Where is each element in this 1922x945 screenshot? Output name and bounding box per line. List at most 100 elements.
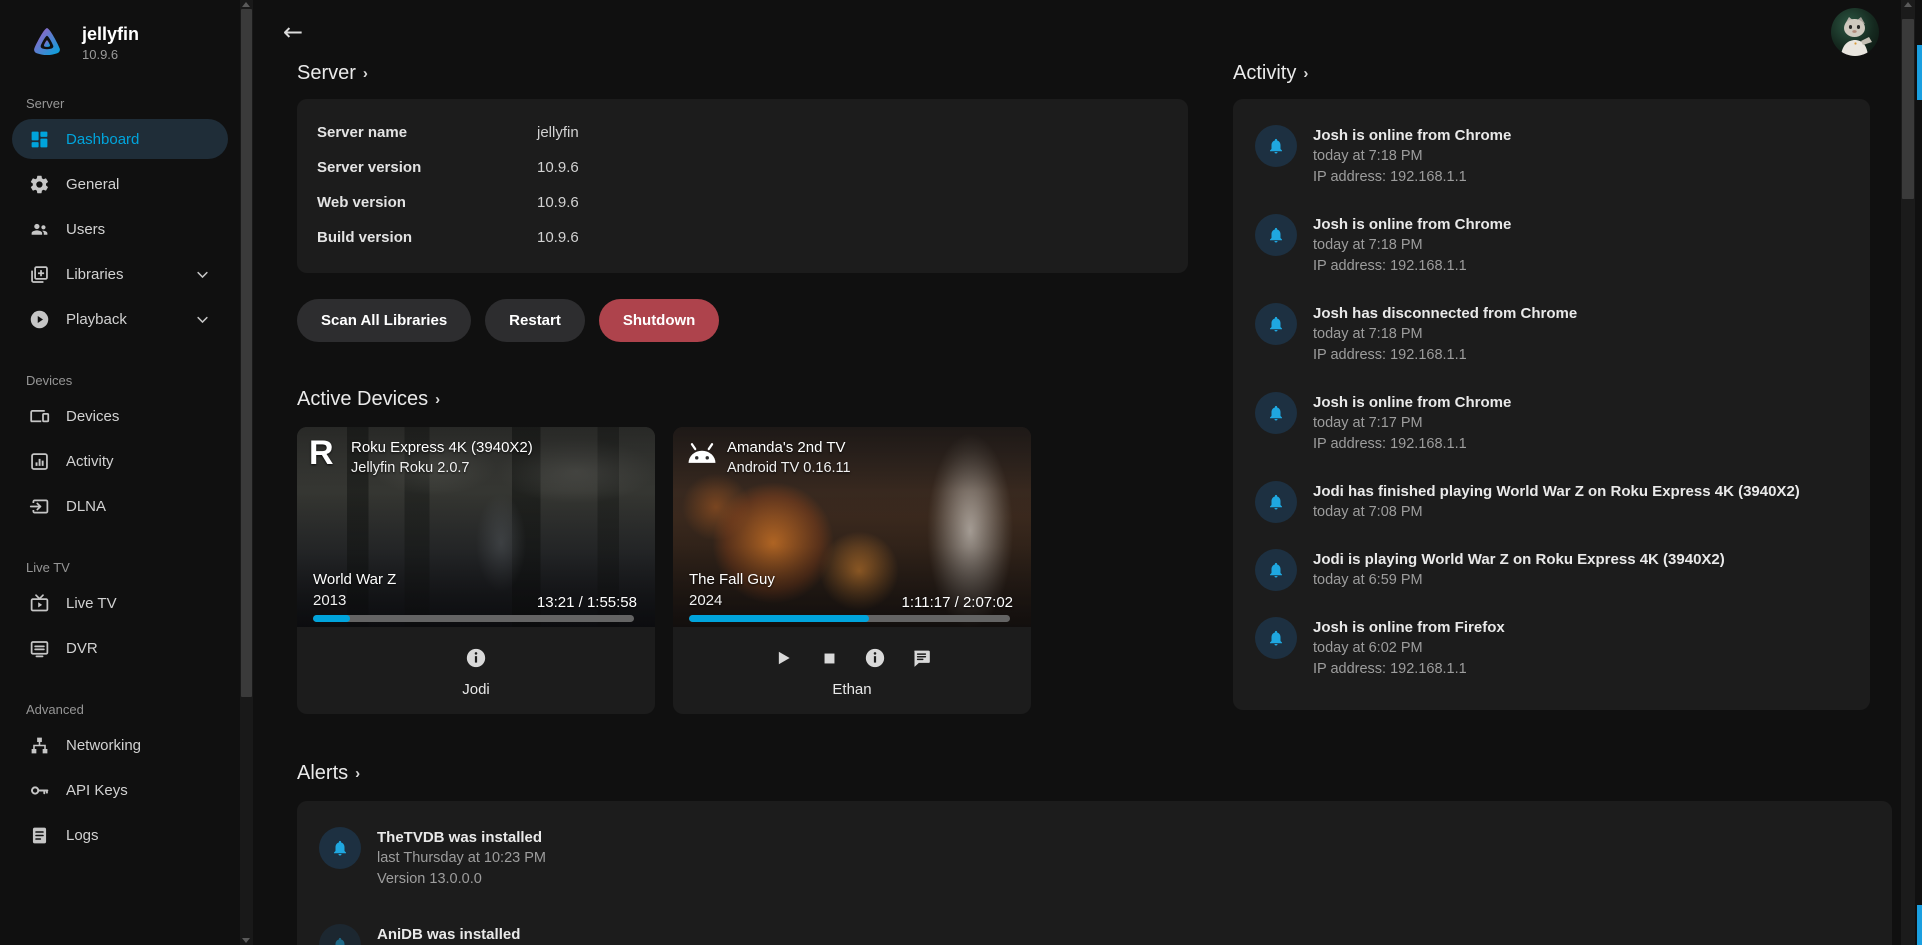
sidebar-item-label: API Keys bbox=[66, 782, 128, 799]
sidebar-item-live-tv[interactable]: Live TV bbox=[12, 583, 228, 623]
sidebar-item-activity[interactable]: Activity bbox=[12, 441, 228, 481]
play-button[interactable] bbox=[771, 646, 795, 670]
sidebar-item-api-keys[interactable]: API Keys bbox=[12, 770, 228, 810]
dlna-icon bbox=[28, 495, 50, 517]
media-year: 2013 bbox=[313, 590, 396, 611]
session-user: Jodi bbox=[462, 681, 490, 698]
activity-item: Jodi has finished playing World War Z on… bbox=[1255, 481, 1848, 523]
right-edge-accent bbox=[1917, 905, 1922, 945]
device-name: Roku Express 4K (3940X2) bbox=[351, 438, 533, 458]
alert-item: TheTVDB was installed last Thursday at 1… bbox=[319, 827, 1870, 890]
restart-button[interactable]: Restart bbox=[485, 299, 585, 342]
active-devices-section-link[interactable]: Active Devices › bbox=[297, 388, 1188, 411]
notification-badge bbox=[319, 827, 361, 869]
activity-title: Josh is online from Chrome bbox=[1313, 125, 1511, 146]
sidebar-item-logs[interactable]: Logs bbox=[12, 815, 228, 855]
activity-time: today at 6:59 PM bbox=[1313, 570, 1725, 591]
device-card-roku[interactable]: R Roku Express 4K (3940X2) Jellyfin Roku… bbox=[297, 427, 655, 714]
bell-icon bbox=[1267, 226, 1285, 244]
scroll-up-icon[interactable] bbox=[242, 2, 250, 7]
key-icon bbox=[28, 779, 50, 801]
info-label: Server version bbox=[317, 159, 537, 176]
activity-title: Josh is online from Chrome bbox=[1313, 392, 1511, 413]
activity-time: today at 7:08 PM bbox=[1313, 502, 1800, 523]
scroll-down-icon[interactable] bbox=[242, 938, 250, 943]
shutdown-button[interactable]: Shutdown bbox=[599, 299, 719, 342]
alerts-card: TheTVDB was installed last Thursday at 1… bbox=[297, 801, 1892, 945]
activity-ip: IP address: 192.168.1.1 bbox=[1313, 167, 1511, 188]
info-value: 10.9.6 bbox=[537, 159, 579, 176]
scroll-up-icon[interactable] bbox=[1904, 2, 1912, 7]
app-version: 10.9.6 bbox=[82, 47, 139, 62]
info-button[interactable] bbox=[863, 646, 887, 670]
sidebar-item-general[interactable]: General bbox=[12, 164, 228, 204]
activity-item: Josh is online from Chrome today at 7:18… bbox=[1255, 125, 1848, 188]
libraries-icon bbox=[28, 263, 50, 285]
alert-title: TheTVDB was installed bbox=[377, 827, 546, 848]
right-edge-accent bbox=[1917, 45, 1922, 100]
notification-badge bbox=[1255, 481, 1297, 523]
sidebar-item-networking[interactable]: Networking bbox=[12, 725, 228, 765]
playback-icon bbox=[28, 308, 50, 330]
section-title: Server bbox=[297, 62, 356, 85]
info-button[interactable] bbox=[464, 646, 488, 670]
session-user: Ethan bbox=[832, 681, 871, 698]
sidebar-item-libraries[interactable]: Libraries bbox=[12, 254, 228, 294]
sidebar-section-server: Server bbox=[0, 96, 240, 111]
message-button[interactable] bbox=[909, 646, 933, 670]
playback-progress-fill bbox=[689, 615, 869, 622]
app-logo-row: jellyfin 10.9.6 bbox=[0, 18, 240, 62]
scan-all-libraries-button[interactable]: Scan All Libraries bbox=[297, 299, 471, 342]
server-section-link[interactable]: Server › bbox=[297, 62, 1188, 85]
alert-item: AniDB was installed bbox=[319, 924, 1870, 945]
bell-icon bbox=[1267, 137, 1285, 155]
activity-item: Jodi is playing World War Z on Roku Expr… bbox=[1255, 549, 1848, 591]
activity-item: Josh has disconnected from Chrome today … bbox=[1255, 303, 1848, 366]
android-icon bbox=[685, 438, 719, 468]
activity-section-link[interactable]: Activity › bbox=[1233, 62, 1870, 85]
sidebar: jellyfin 10.9.6 Server Dashboard General… bbox=[0, 0, 240, 945]
sidebar-item-label: Users bbox=[66, 221, 105, 238]
sidebar-item-label: Devices bbox=[66, 408, 119, 425]
sidebar-item-dlna[interactable]: DLNA bbox=[12, 486, 228, 526]
playback-progress-bar bbox=[313, 615, 634, 622]
playback-time: 1:11:17 / 2:07:02 bbox=[902, 594, 1013, 611]
alerts-section-link[interactable]: Alerts › bbox=[297, 762, 1188, 785]
device-client: Jellyfin Roku 2.0.7 bbox=[351, 458, 533, 479]
device-name: Amanda's 2nd TV bbox=[727, 438, 851, 458]
jellyfin-logo-icon bbox=[30, 24, 64, 60]
sidebar-item-label: Logs bbox=[66, 827, 99, 844]
main-scrollbar-thumb[interactable] bbox=[1902, 19, 1914, 199]
activity-title: Josh is online from Firefox bbox=[1313, 617, 1505, 638]
activity-title: Josh is online from Chrome bbox=[1313, 214, 1511, 235]
sidebar-scrollbar-thumb[interactable] bbox=[241, 9, 252, 697]
sidebar-item-dashboard[interactable]: Dashboard bbox=[12, 119, 228, 159]
sidebar-item-playback[interactable]: Playback bbox=[12, 299, 228, 339]
info-value: jellyfin bbox=[537, 124, 579, 141]
sidebar-item-label: General bbox=[66, 176, 119, 193]
notification-badge bbox=[1255, 617, 1297, 659]
jellyfin-dashboard: jellyfin 10.9.6 Server Dashboard General… bbox=[0, 0, 1922, 945]
main-scrollbar[interactable] bbox=[1901, 0, 1915, 945]
notification-badge bbox=[1255, 303, 1297, 345]
device-card-android-tv[interactable]: Amanda's 2nd TV Android TV 0.16.11 The F… bbox=[673, 427, 1031, 714]
activity-time: today at 7:18 PM bbox=[1313, 324, 1577, 345]
activity-icon bbox=[28, 450, 50, 472]
bell-icon bbox=[331, 839, 349, 857]
sidebar-item-users[interactable]: Users bbox=[12, 209, 228, 249]
section-title: Alerts bbox=[297, 762, 348, 785]
sidebar-item-devices[interactable]: Devices bbox=[12, 396, 228, 436]
back-button[interactable]: ← bbox=[283, 18, 303, 46]
server-info-row: Server version 10.9.6 bbox=[317, 150, 1168, 185]
sidebar-item-label: Dashboard bbox=[66, 131, 139, 148]
stop-button[interactable] bbox=[817, 646, 841, 670]
sidebar-item-label: Activity bbox=[66, 453, 114, 470]
server-info-row: Web version 10.9.6 bbox=[317, 185, 1168, 220]
sidebar-scrollbar[interactable] bbox=[240, 0, 253, 945]
user-avatar[interactable] bbox=[1831, 8, 1879, 56]
activity-time: today at 7:18 PM bbox=[1313, 146, 1511, 167]
media-year: 2024 bbox=[689, 590, 775, 611]
bell-icon bbox=[1267, 561, 1285, 579]
sidebar-item-dvr[interactable]: DVR bbox=[12, 628, 228, 668]
activity-ip: IP address: 192.168.1.1 bbox=[1313, 256, 1511, 277]
